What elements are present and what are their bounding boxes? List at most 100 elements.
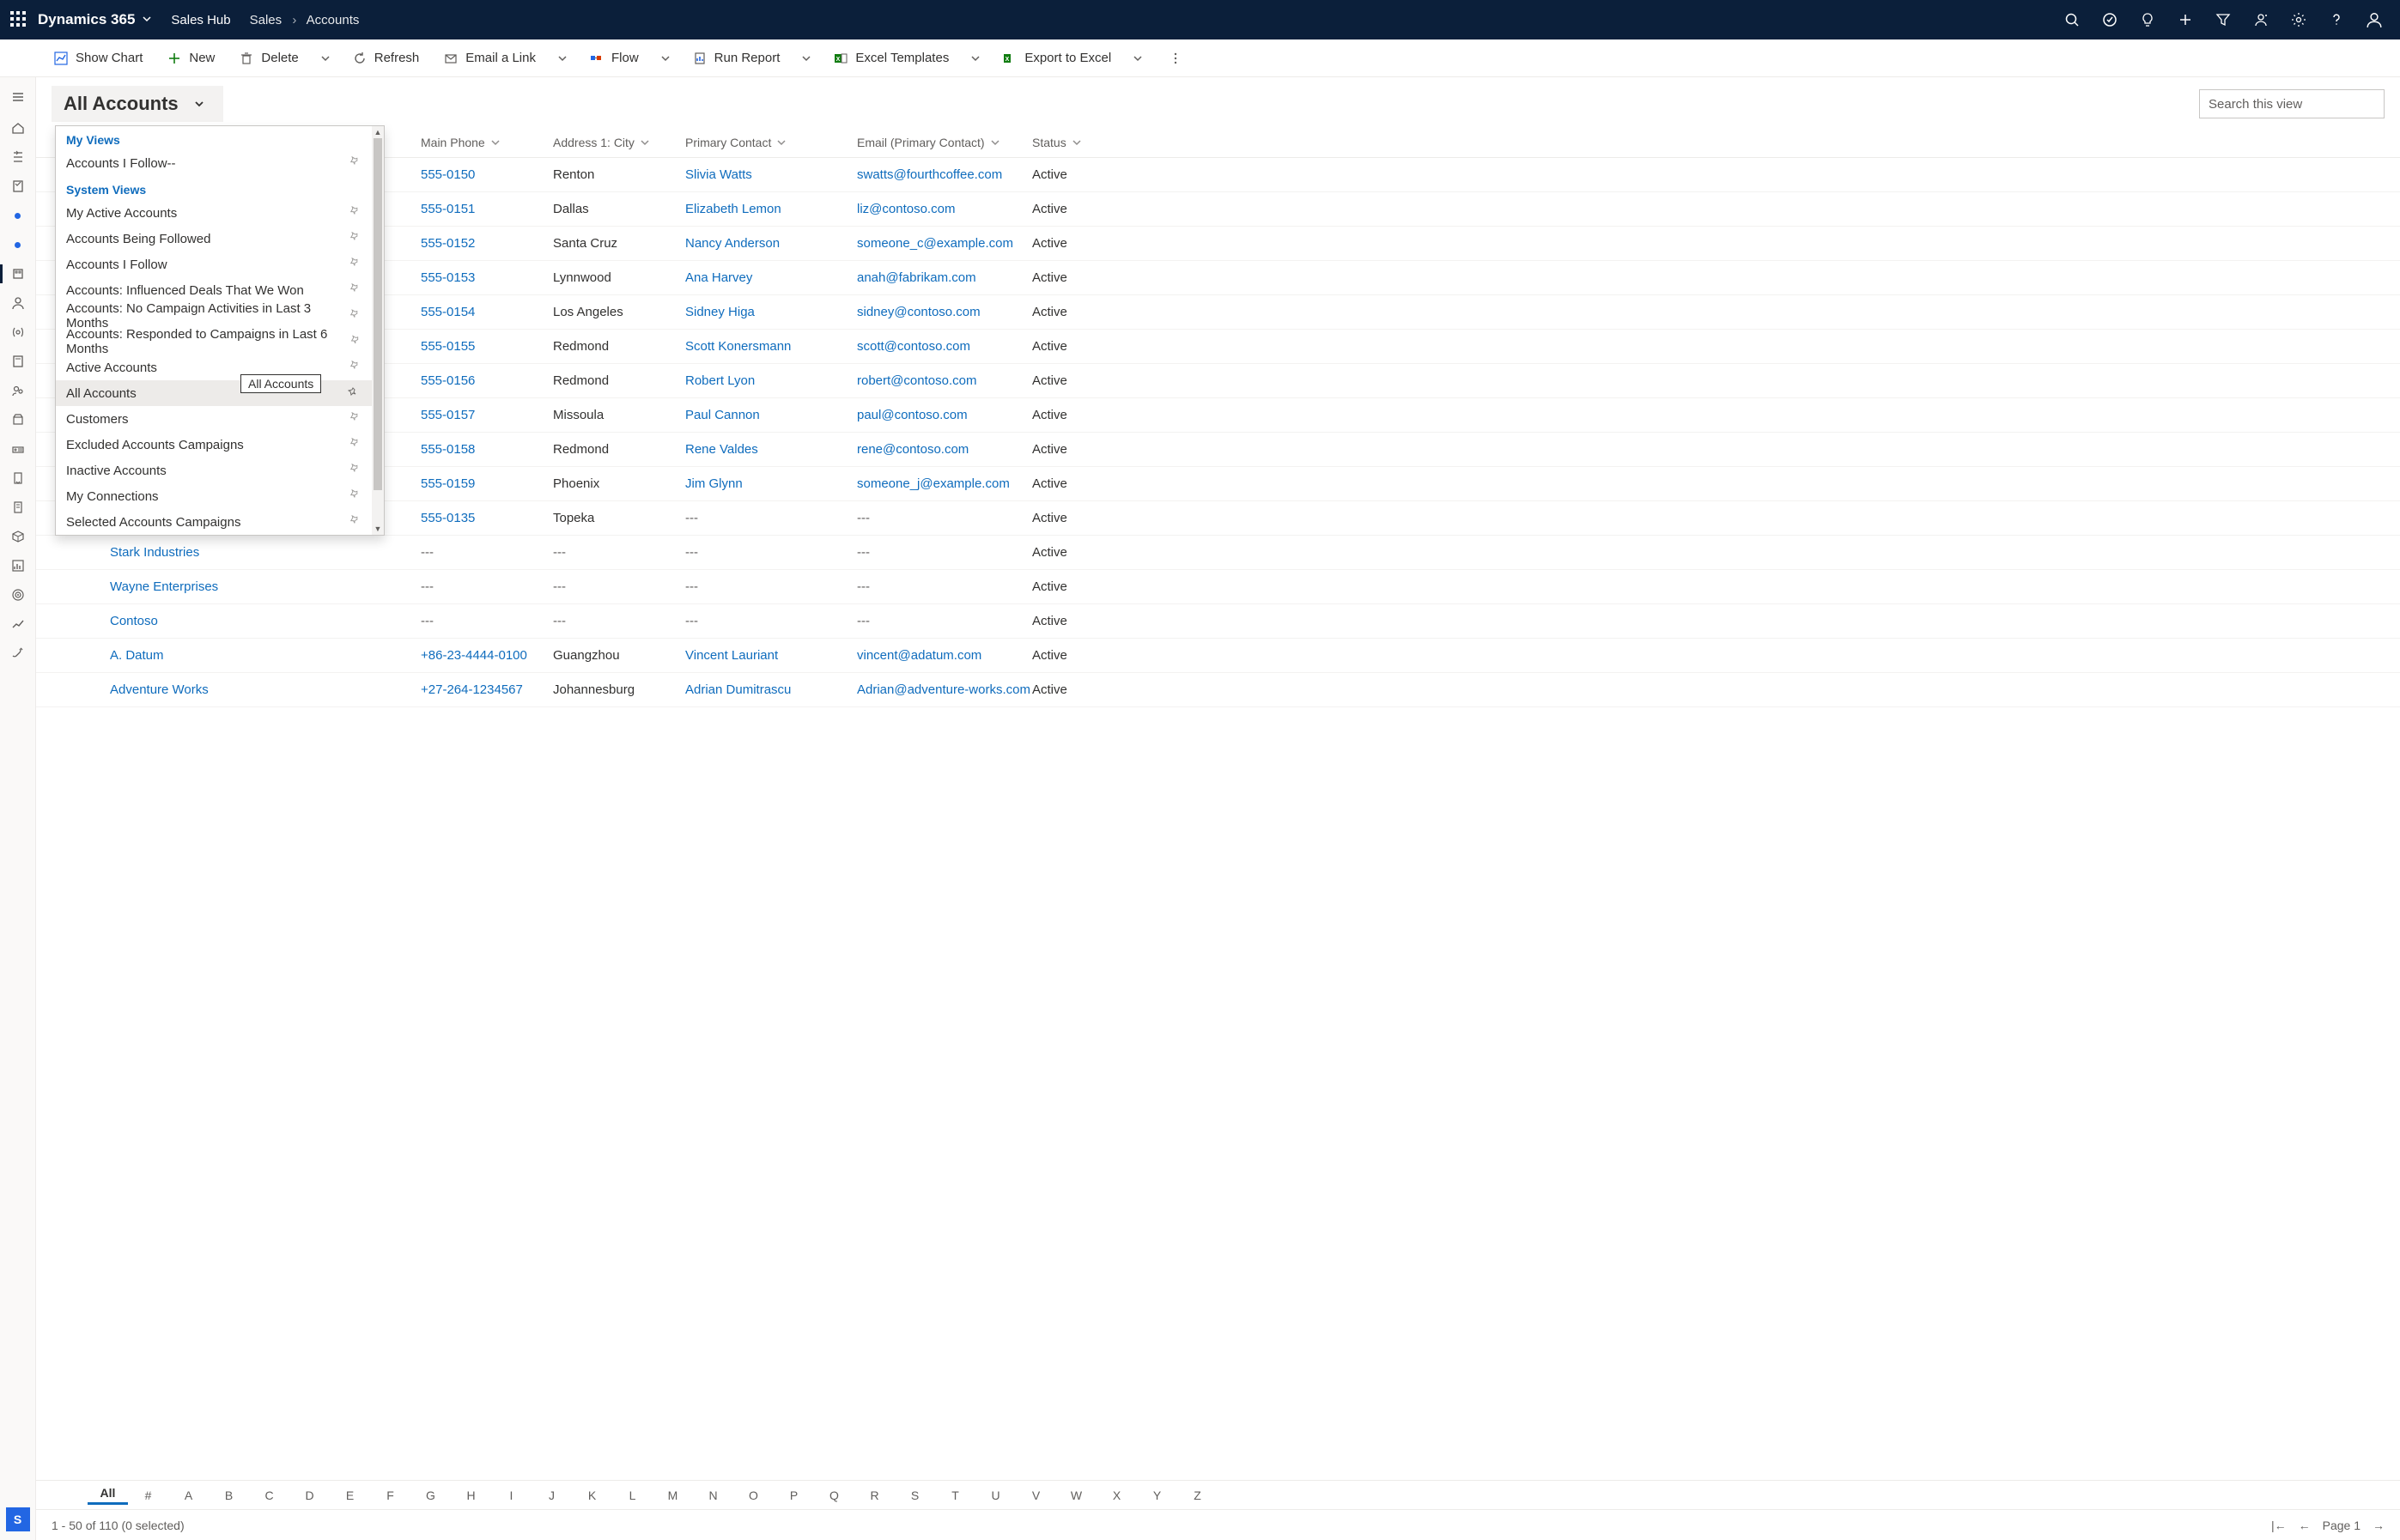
alpha-filter[interactable]: B <box>209 1488 249 1502</box>
pin-icon[interactable] <box>345 154 365 173</box>
email-cell[interactable]: anah@fabrikam.com <box>857 270 1032 285</box>
rail-settings-icon[interactable] <box>0 639 36 668</box>
table-row[interactable]: Wayne Enterprises------------Active <box>36 570 2400 604</box>
view-option[interactable]: Customers <box>56 406 372 432</box>
view-option[interactable]: Accounts Being Followed <box>56 226 372 252</box>
alpha-filter[interactable]: I <box>491 1488 532 1502</box>
scroll-down-icon[interactable]: ▼ <box>372 523 384 535</box>
alpha-filter[interactable]: L <box>612 1488 653 1502</box>
contact-cell[interactable]: Ana Harvey <box>685 270 857 285</box>
new-button[interactable]: New <box>156 43 225 74</box>
email-cell[interactable]: Adrian@adventure-works.com <box>857 682 1032 697</box>
phone-cell[interactable]: 555-0153 <box>421 270 553 285</box>
alpha-filter[interactable]: J <box>532 1488 572 1502</box>
phone-cell[interactable]: +27-264-1234567 <box>421 682 553 697</box>
user-icon[interactable] <box>2355 0 2393 39</box>
table-row[interactable]: 555-0157MissoulaPaul Cannonpaul@contoso.… <box>36 398 2400 433</box>
account-name-link[interactable]: Adventure Works <box>110 682 421 697</box>
export-excel-split[interactable] <box>1125 43 1151 74</box>
rail-orders-icon[interactable] <box>0 493 36 522</box>
search-view-box[interactable] <box>2199 89 2385 118</box>
pin-icon[interactable] <box>345 487 365 506</box>
lightbulb-icon[interactable] <box>2129 0 2166 39</box>
rail-dot-2[interactable] <box>0 230 36 259</box>
rail-competitors-icon[interactable] <box>0 434 36 464</box>
alpha-filter[interactable]: E <box>330 1488 370 1502</box>
email-cell[interactable]: rene@contoso.com <box>857 442 1032 457</box>
email-cell[interactable]: swatts@fourthcoffee.com <box>857 167 1032 182</box>
table-row[interactable]: 555-0156RedmondRobert Lyonrobert@contoso… <box>36 364 2400 398</box>
table-row[interactable]: 555-0152Santa CruzNancy Andersonsomeone_… <box>36 227 2400 261</box>
view-option[interactable]: My Active Accounts <box>56 200 372 226</box>
alpha-filter[interactable]: Y <box>1137 1488 1177 1502</box>
hamburger-icon[interactable] <box>0 81 36 113</box>
phone-cell[interactable]: 555-0151 <box>421 202 553 216</box>
table-row[interactable]: 555-0151DallasElizabeth Lemonliz@contoso… <box>36 192 2400 227</box>
alpha-filter[interactable]: M <box>653 1488 693 1502</box>
rail-accounts-icon[interactable] <box>0 259 36 288</box>
phone-cell[interactable]: 555-0157 <box>421 408 553 422</box>
email-cell[interactable]: paul@contoso.com <box>857 408 1032 422</box>
view-option[interactable]: Accounts: Responded to Campaigns in Last… <box>56 329 372 355</box>
pin-icon[interactable] <box>345 435 365 455</box>
view-option[interactable]: Accounts I Follow <box>56 252 372 277</box>
first-page-icon[interactable]: |← <box>2271 1519 2287 1532</box>
table-row[interactable]: 555-0154Los AngelesSidney Higasidney@con… <box>36 295 2400 330</box>
phone-cell[interactable]: 555-0156 <box>421 373 553 388</box>
breadcrumb-root[interactable]: Sales <box>250 13 283 27</box>
rail-home-icon[interactable] <box>0 113 36 142</box>
pin-icon[interactable] <box>345 281 365 300</box>
alpha-filter[interactable]: P <box>774 1488 814 1502</box>
rail-recent-icon[interactable] <box>0 142 36 172</box>
table-row[interactable]: A. Datum+86-23-4444-0100GuangzhouVincent… <box>36 639 2400 673</box>
table-row[interactable]: Adventure Works+27-264-1234567Johannesbu… <box>36 673 2400 707</box>
pin-icon[interactable] <box>345 409 365 429</box>
rail-dashboards-icon[interactable] <box>0 347 36 376</box>
next-page-icon[interactable]: → <box>2373 1519 2385 1532</box>
table-row[interactable]: 555-0155RedmondScott Konersmannscott@con… <box>36 330 2400 364</box>
table-row[interactable]: 555-0153LynnwoodAna Harveyanah@fabrikam.… <box>36 261 2400 295</box>
alpha-filter[interactable]: U <box>975 1488 1016 1502</box>
view-option[interactable]: Excluded Accounts Campaigns <box>56 432 372 458</box>
view-option[interactable]: Accounts I Follow-- <box>56 150 372 176</box>
app-launcher-icon[interactable] <box>10 11 27 28</box>
contact-cell[interactable]: Vincent Lauriant <box>685 648 857 663</box>
search-input[interactable] <box>2209 97 2379 112</box>
view-option[interactable]: All Accounts <box>56 380 372 406</box>
phone-cell[interactable]: 555-0154 <box>421 305 553 319</box>
prev-page-icon[interactable]: ← <box>2299 1519 2311 1532</box>
settings-icon[interactable] <box>2280 0 2318 39</box>
account-name-link[interactable]: Wayne Enterprises <box>110 579 421 594</box>
scroll-thumb[interactable] <box>374 138 382 490</box>
rail-activities-icon[interactable] <box>0 318 36 347</box>
rail-pinned-icon[interactable] <box>0 172 36 201</box>
contact-cell[interactable]: Nancy Anderson <box>685 236 857 251</box>
rail-opportunities-icon[interactable] <box>0 405 36 434</box>
run-report-split[interactable] <box>793 43 819 74</box>
pin-icon[interactable] <box>345 512 365 532</box>
flow-split[interactable] <box>653 43 678 74</box>
phone-cell[interactable]: 555-0159 <box>421 476 553 491</box>
alpha-filter[interactable]: T <box>935 1488 975 1502</box>
phone-cell[interactable]: 555-0155 <box>421 339 553 354</box>
phone-cell[interactable]: 555-0135 <box>421 511 553 525</box>
alpha-filter[interactable]: D <box>289 1488 330 1502</box>
col-email[interactable]: Email (Primary Contact) <box>857 136 1032 149</box>
contact-cell[interactable]: Slivia Watts <box>685 167 857 182</box>
view-option[interactable]: My Connections <box>56 483 372 509</box>
rail-leads-icon[interactable] <box>0 376 36 405</box>
refresh-button[interactable]: Refresh <box>342 43 430 74</box>
rail-contacts-icon[interactable] <box>0 288 36 318</box>
view-option[interactable]: Accounts: No Campaign Activities in Last… <box>56 303 372 329</box>
phone-cell[interactable]: 555-0152 <box>421 236 553 251</box>
table-row[interactable]: 555-0150RentonSlivia Wattsswatts@fourthc… <box>36 158 2400 192</box>
delete-button[interactable]: Delete <box>228 43 308 74</box>
alpha-filter[interactable]: N <box>693 1488 733 1502</box>
alpha-filter[interactable]: R <box>854 1488 895 1502</box>
account-name-link[interactable]: Stark Industries <box>110 545 421 560</box>
contact-cell[interactable]: Sidney Higa <box>685 305 857 319</box>
pin-icon[interactable] <box>345 255 365 275</box>
export-excel-button[interactable]: X Export to Excel <box>992 43 1121 74</box>
alpha-filter[interactable]: # <box>128 1488 168 1502</box>
phone-cell[interactable]: 555-0158 <box>421 442 553 457</box>
